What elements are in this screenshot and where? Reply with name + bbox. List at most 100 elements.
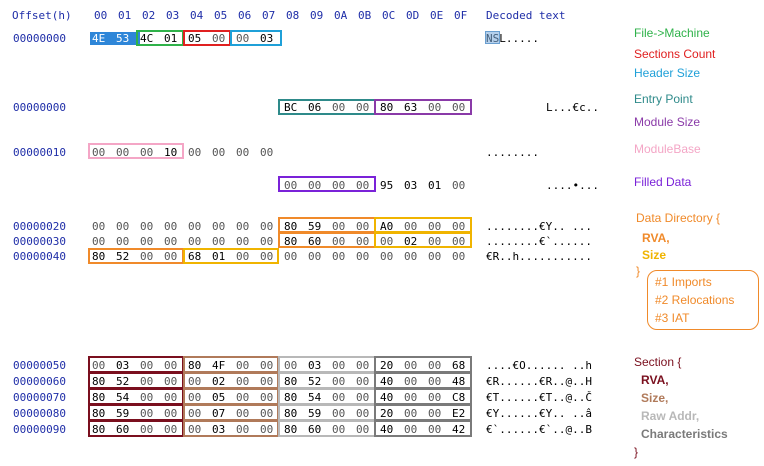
row-offset: 00000030	[13, 235, 66, 248]
row-offset: 00000050	[13, 359, 66, 372]
legend-relocations: #2 Relocations	[655, 293, 735, 307]
decoded-highlight	[485, 31, 500, 44]
decoded-text: ....€O...... ..h	[486, 359, 592, 372]
section-field-box	[278, 388, 376, 405]
decoded-text: ........	[486, 146, 539, 159]
column-header: 0F	[454, 9, 468, 22]
hex-byte: 00	[236, 235, 250, 248]
hex-byte: 00	[92, 235, 106, 248]
hex-byte: 00	[212, 220, 226, 233]
file-machine-label: File->Machine	[634, 26, 710, 40]
hex-byte: 00	[260, 146, 274, 159]
section-field-box	[374, 372, 472, 389]
sections-count-box	[183, 30, 231, 46]
module-size-box	[374, 99, 472, 115]
column-header: 0D	[406, 9, 420, 22]
row-offset: 00000070	[13, 391, 66, 404]
column-header: 01	[118, 9, 132, 22]
legend-iat: #3 IAT	[655, 311, 690, 325]
hex-byte: 00	[92, 220, 106, 233]
dir-close-brace: }	[636, 264, 641, 278]
hex-byte: 00	[284, 250, 298, 263]
hex-byte: 01	[428, 179, 442, 192]
section-field-box	[183, 388, 279, 405]
dir-rva-box-2	[278, 232, 376, 248]
decoded-text: €R......€R..@..H	[486, 375, 592, 388]
row-offset: 00000000	[13, 101, 66, 114]
hex-byte: 00	[404, 250, 418, 263]
hex-byte: 00	[452, 179, 466, 192]
decoded-text: ........€Y.. ...	[486, 220, 592, 233]
decoded-text: ....•...	[546, 179, 599, 192]
hex-byte: 00	[188, 220, 202, 233]
section-size-label: Size,	[641, 391, 669, 405]
section-field-box	[278, 404, 376, 421]
hex-byte: 00	[356, 250, 370, 263]
section-field-box	[88, 372, 184, 389]
hex-byte: 00	[212, 146, 226, 159]
hex-byte: 00	[236, 220, 250, 233]
decoded-text: €Y......€Y.. ..â	[486, 407, 592, 420]
offset-header: Offset(h)	[12, 9, 72, 22]
entry-point-label: Entry Point	[634, 92, 693, 106]
header-size-box	[230, 30, 282, 46]
column-header: 00	[94, 9, 108, 22]
section-field-box	[374, 404, 472, 421]
hex-byte: 00	[164, 235, 178, 248]
column-header: 0C	[382, 9, 396, 22]
decoded-text: €`......€`..@..B	[486, 423, 592, 436]
hex-byte: 03	[404, 179, 418, 192]
column-header: 0A	[334, 9, 348, 22]
entry-point-box	[278, 99, 376, 115]
module-size-label: Module Size	[634, 115, 701, 129]
section-field-box	[374, 388, 472, 405]
column-header: 08	[286, 9, 300, 22]
decoded-text: L...€c..	[546, 101, 599, 114]
section-field-box	[278, 372, 376, 389]
module-base-label: ModuleBase	[634, 142, 701, 156]
section-field-box	[183, 404, 279, 421]
row-offset: 00000000	[13, 32, 66, 45]
module-base-box	[88, 143, 184, 159]
section-field-box	[183, 372, 279, 389]
dir-rva-label: RVA,	[642, 231, 670, 245]
section-field-box	[183, 420, 279, 437]
section-field-box	[374, 420, 472, 437]
section-field-box	[88, 356, 184, 373]
hex-byte: 00	[140, 220, 154, 233]
data-directory-label: Data Directory {	[636, 211, 721, 225]
section-raw-label: Raw Addr,	[641, 409, 700, 423]
hex-byte: 00	[164, 220, 178, 233]
hex-byte: 00	[308, 250, 322, 263]
legend-imports: #1 Imports	[655, 275, 712, 289]
dir-rva-box-1	[278, 217, 376, 233]
hex-byte: 00	[452, 250, 466, 263]
hex-byte: 00	[236, 146, 250, 159]
section-field-box	[278, 420, 376, 437]
decoded-text: ........€`......	[486, 235, 592, 248]
column-header: 04	[190, 9, 204, 22]
sections-count-label: Sections Count	[634, 47, 716, 61]
hex-byte: 95	[380, 179, 394, 192]
dir-size-box-3	[183, 248, 279, 264]
section-field-box	[88, 388, 184, 405]
hex-byte: 4E	[90, 32, 116, 45]
section-field-box	[88, 404, 184, 421]
column-header: 03	[166, 9, 180, 22]
section-label: Section {	[634, 355, 682, 369]
dir-size-box-1	[374, 217, 472, 233]
dir-size-box-2	[374, 232, 472, 248]
column-header: 06	[238, 9, 252, 22]
hex-byte: 00	[212, 235, 226, 248]
section-close-brace: }	[634, 445, 639, 459]
row-offset: 00000090	[13, 423, 66, 436]
column-header: 02	[142, 9, 156, 22]
section-field-box	[88, 420, 184, 437]
header-size-label: Header Size	[634, 66, 701, 80]
hex-byte: 00	[332, 250, 346, 263]
column-header: 05	[214, 9, 228, 22]
section-characteristics-label: Characteristics	[641, 427, 728, 441]
section-field-box	[183, 356, 279, 373]
column-header: 0B	[358, 9, 372, 22]
filled-data-box	[278, 176, 376, 192]
